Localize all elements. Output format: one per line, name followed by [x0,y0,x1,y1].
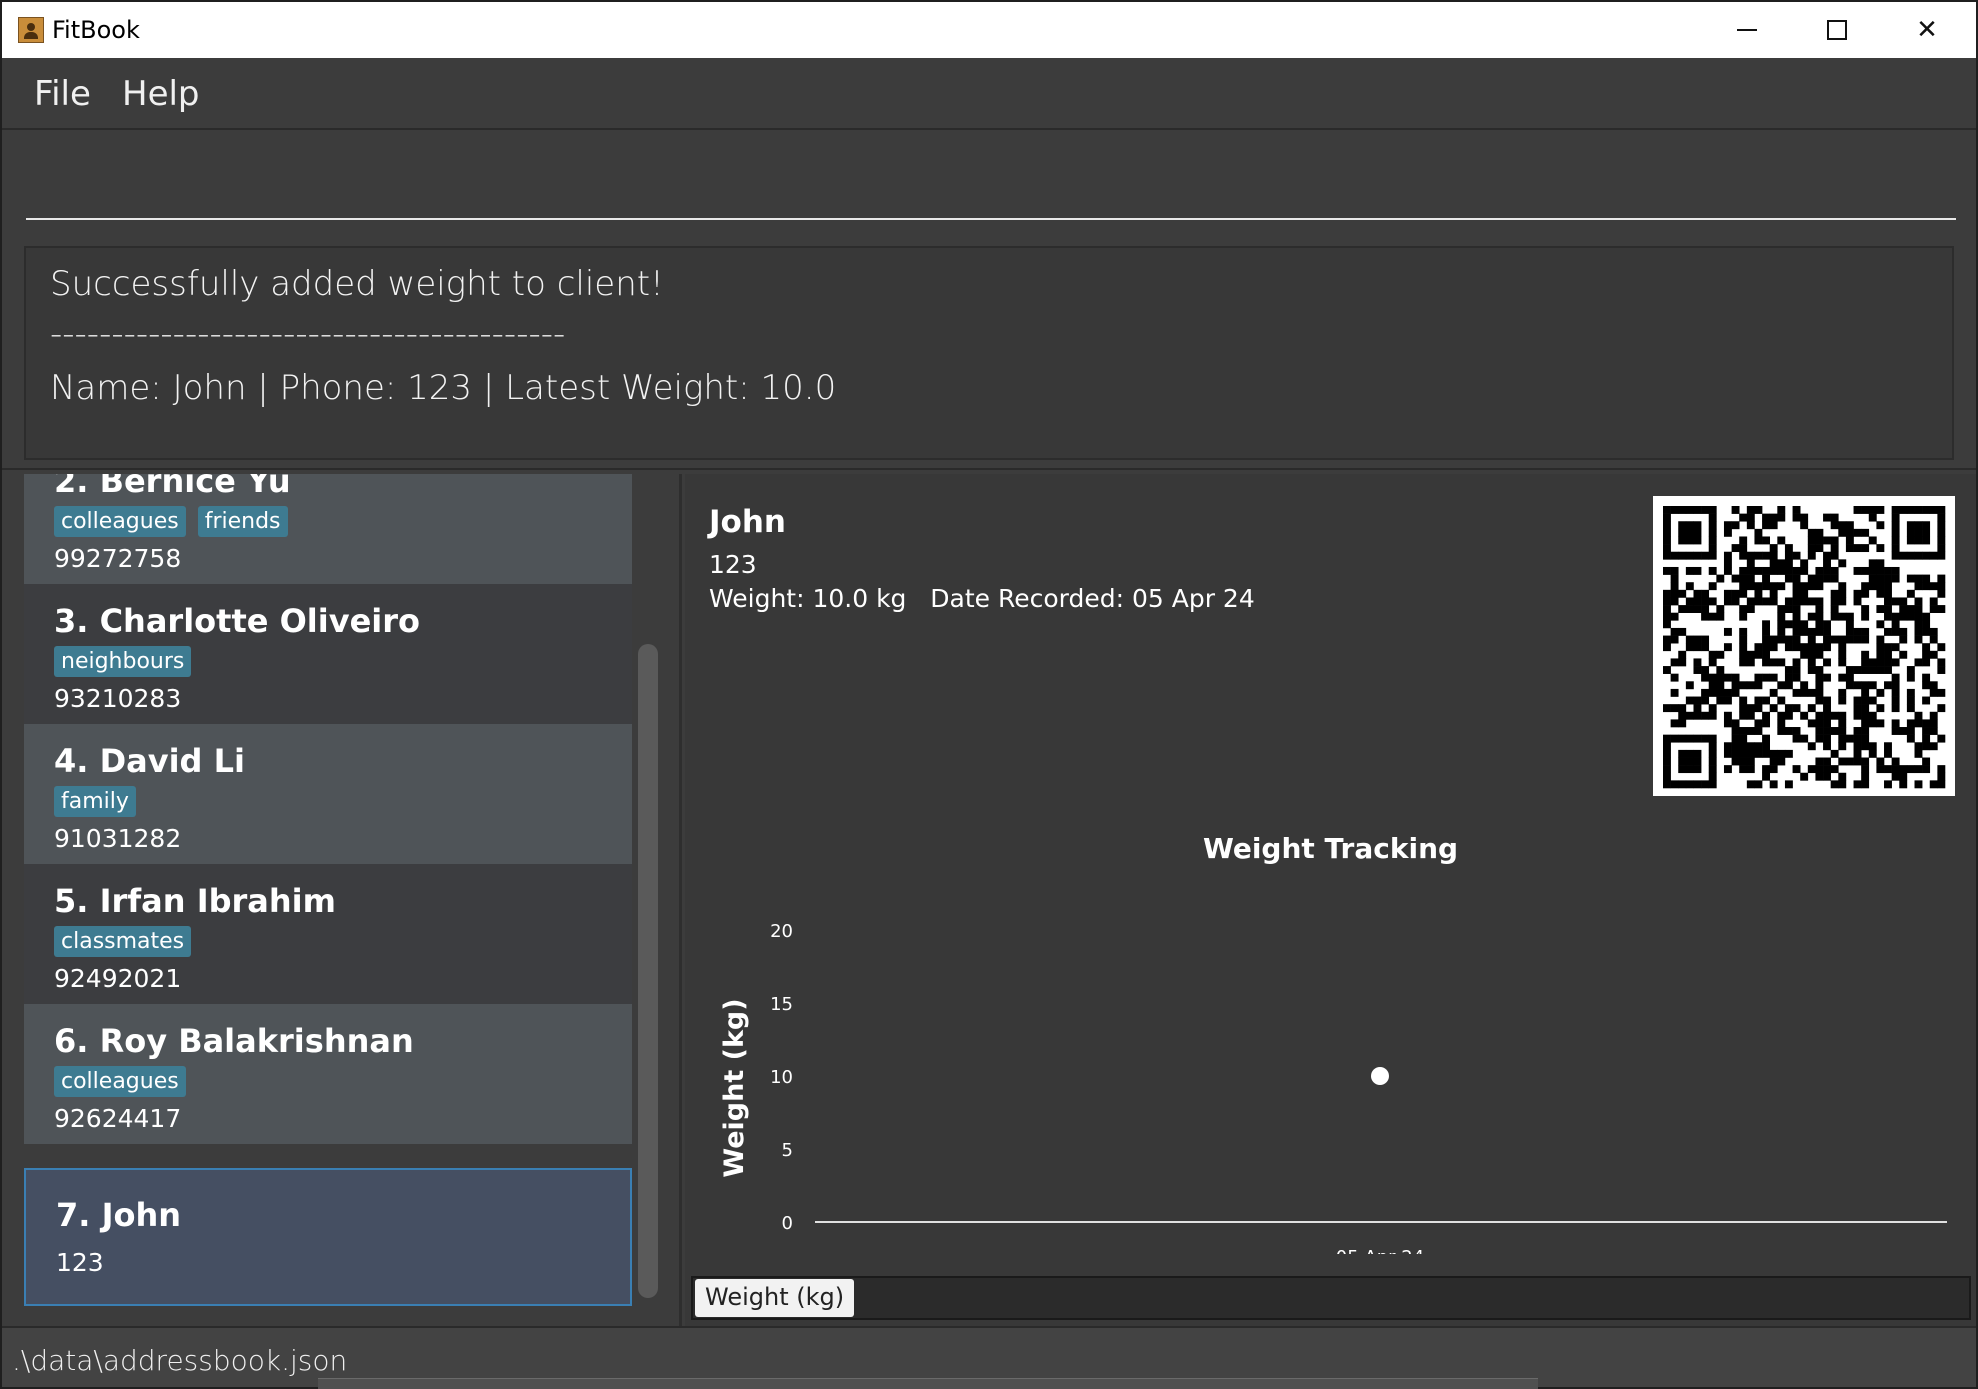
y-tick-label: 15 [770,994,793,1015]
command-box [2,132,1976,232]
chart-plot: 0510152005 Apr 24DateWeight (kg) [719,921,1947,1254]
tag: friends [197,506,288,537]
menu-file[interactable]: File [34,74,91,114]
y-axis-label: Weight (kg) [719,998,750,1177]
person-card[interactable]: 3. Charlotte Oliveiro neighbours 93210283 [24,584,632,724]
maximize-button[interactable] [1792,2,1882,58]
person-phone: 99272758 [54,544,182,573]
person-phone: 93210283 [54,684,182,713]
detail-phone: 123 [709,550,757,579]
result-divider: ----------------------------------------… [50,314,566,354]
person-phone: 123 [56,1248,104,1277]
menu-help[interactable]: Help [122,74,200,114]
person-list[interactable]: 2. Bernice Yu colleagues friends 99272758 3.… [2,474,682,1326]
tag-list: neighbours [54,646,192,677]
tag: colleagues [54,1066,186,1097]
person-name: 6. Roy Balakrishnan [54,1022,414,1060]
person-card[interactable]: 4. David Li family 91031282 [24,724,632,864]
tag: colleagues [54,506,186,537]
app-window: FitBook ✕ File Help Successfully added w… [2,2,1976,1389]
menu-bar: File Help [2,58,1976,130]
person-name: 2. Bernice Yu [54,474,291,500]
tag-list: family [54,786,136,817]
close-button[interactable]: ✕ [1882,2,1972,58]
tag: neighbours [54,646,192,677]
person-phone: 92624417 [54,1104,182,1133]
minimize-button[interactable] [1702,2,1792,58]
tag: classmates [54,926,192,957]
person-card[interactable]: 5. Irfan Ibrahim classmates 92492021 [24,864,632,1004]
y-tick-label: 5 [782,1140,793,1161]
detail-name: John [709,504,786,540]
tag: family [54,786,136,817]
person-card[interactable]: 7. John 123 [24,1168,632,1306]
chart-legend: Weight (kg) [691,1276,1971,1320]
address-book-icon [18,17,44,43]
status-bar: .\data\addressbook.json [2,1326,1976,1389]
x-tick-label: 05 Apr 24 [1336,1247,1424,1254]
background-window-edge [318,1378,1538,1389]
weight-chart: Weight Tracking 0510152005 Apr 24DateWei… [685,814,1976,1254]
person-name: 3. Charlotte Oliveiro [54,602,421,640]
minimize-icon [1737,29,1757,31]
result-message: Successfully added weight to client! [50,264,664,304]
list-scrollbar[interactable] [638,644,658,1298]
y-tick-label: 20 [770,921,793,942]
y-tick-label: 0 [782,1213,793,1234]
data-file-path: .\data\addressbook.json [12,1344,348,1377]
list-scrollbar-thumb[interactable] [638,644,658,1298]
result-display[interactable]: Successfully added weight to client! ---… [24,246,1954,460]
tag-list: classmates [54,926,192,957]
person-name: 5. Irfan Ibrahim [54,882,336,920]
person-card[interactable]: 6. Roy Balakrishnan colleagues 92624417 [24,1004,632,1144]
legend-item-weight: Weight (kg) [695,1279,855,1317]
person-phone: 91031282 [54,824,182,853]
tag-list: colleagues [54,1066,186,1097]
tag-list: colleagues friends [54,506,288,537]
window-title: FitBook [52,16,140,44]
qr-modules [1663,506,1946,789]
person-phone: 92492021 [54,964,182,993]
person-name: 7. John [56,1196,182,1234]
title-bar[interactable]: FitBook ✕ [2,2,1976,58]
person-card[interactable]: 2. Bernice Yu colleagues friends 99272758 [24,474,632,584]
result-display-container: Successfully added weight to client! ---… [2,234,1976,470]
maximize-icon [1827,20,1847,40]
qr-code [1653,496,1955,796]
y-tick-label: 10 [770,1067,793,1088]
result-details: Name: John | Phone: 123 | Latest Weight:… [50,368,837,408]
detail-weight: Weight: 10.0 kg Date Recorded: 05 Apr 24 [709,584,1255,613]
data-point [1371,1067,1389,1085]
command-input[interactable] [26,132,1956,220]
person-name: 4. David Li [54,742,245,780]
close-icon: ✕ [1916,15,1938,45]
person-detail-panel: John 123 Weight: 10.0 kg Date Recorded: … [685,474,1976,1326]
